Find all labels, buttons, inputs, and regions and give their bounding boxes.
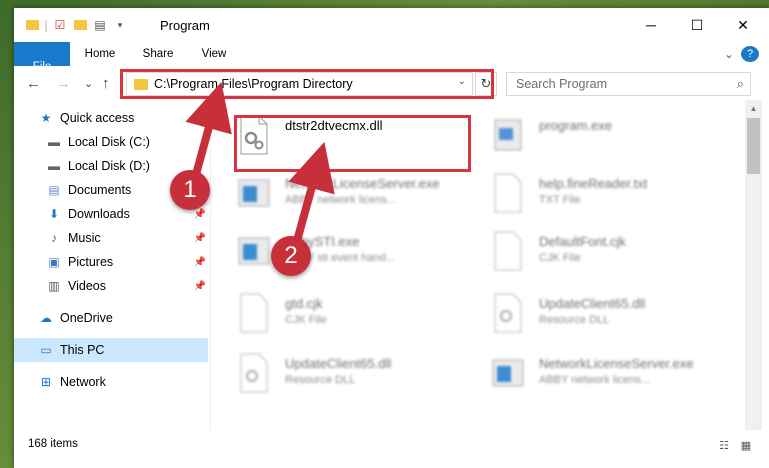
arrow-to-file (288, 141, 335, 252)
arrow-to-address (185, 81, 232, 182)
annotation-arrows (185, 81, 335, 252)
annotation-badge-2: 2 (271, 236, 311, 276)
annotation-badge-1: 1 (170, 170, 210, 210)
